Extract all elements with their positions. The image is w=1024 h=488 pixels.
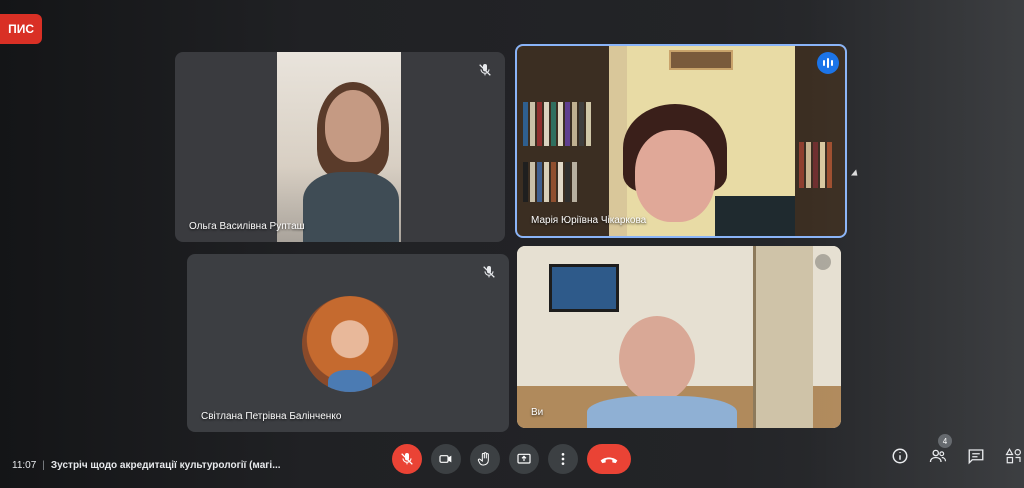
meet-screen: ПИС Ольга Василівна Рупташ Марія Юріївна… xyxy=(0,0,1024,488)
recording-badge: ПИС xyxy=(0,14,42,44)
bookshelf xyxy=(795,46,845,236)
call-controls xyxy=(392,444,631,474)
info-icon xyxy=(892,448,908,464)
people-icon xyxy=(929,449,947,463)
participant-count-badge: 4 xyxy=(938,434,952,448)
more-vert-icon xyxy=(561,453,565,465)
participant-tile-maria[interactable]: Марія Юріївна Чікаркова xyxy=(515,44,847,238)
mic-off-icon xyxy=(401,453,413,465)
avatar xyxy=(302,296,398,392)
participant-name: Світлана Петрівна Балінченко xyxy=(201,411,342,422)
meeting-info-button[interactable] xyxy=(888,444,912,468)
participant-tile-svitlana[interactable]: Світлана Петрівна Балінченко xyxy=(187,254,509,432)
participant-tile-self[interactable]: Ви xyxy=(517,246,841,428)
participant-tile-olga[interactable]: Ольга Василівна Рупташ xyxy=(175,52,505,242)
participant-name: Ви xyxy=(531,407,544,418)
mic-off-icon xyxy=(479,64,491,76)
mouse-cursor-icon xyxy=(851,169,860,179)
meeting-title: Зустріч щодо акредитації культурології (… xyxy=(50,460,281,471)
more-options-button[interactable] xyxy=(548,444,578,474)
meeting-details[interactable]: 11:07 | Зустріч щодо акредитації культур… xyxy=(12,460,281,471)
camera-toggle-button[interactable] xyxy=(431,444,461,474)
participant-name: Ольга Василівна Рупташ xyxy=(189,221,305,232)
people-button[interactable]: 4 xyxy=(926,434,952,468)
raise-hand-button[interactable] xyxy=(470,444,500,474)
wall-picture xyxy=(669,50,733,70)
call-end-icon xyxy=(600,457,618,464)
mic-toggle-button[interactable] xyxy=(392,444,422,474)
participant-name: Марія Юріївна Чікаркова xyxy=(531,215,647,226)
chat-button[interactable] xyxy=(964,444,988,468)
divider: | xyxy=(42,460,45,471)
leave-call-button[interactable] xyxy=(587,444,631,474)
activities-icon xyxy=(1005,448,1021,464)
speaking-indicator-icon xyxy=(817,52,839,74)
hand-icon xyxy=(477,452,489,466)
present-button[interactable] xyxy=(509,444,539,474)
side-panel-buttons: 4 xyxy=(888,434,1024,468)
activities-button[interactable] xyxy=(1002,444,1024,468)
bookshelf xyxy=(517,46,609,236)
meeting-time: 11:07 xyxy=(12,460,37,471)
chat-icon xyxy=(968,449,984,465)
present-screen-icon xyxy=(517,453,531,464)
mic-off-icon xyxy=(483,266,495,278)
tile-options-icon[interactable] xyxy=(815,254,831,270)
videocam-icon xyxy=(439,455,452,463)
wall-picture xyxy=(549,264,619,312)
